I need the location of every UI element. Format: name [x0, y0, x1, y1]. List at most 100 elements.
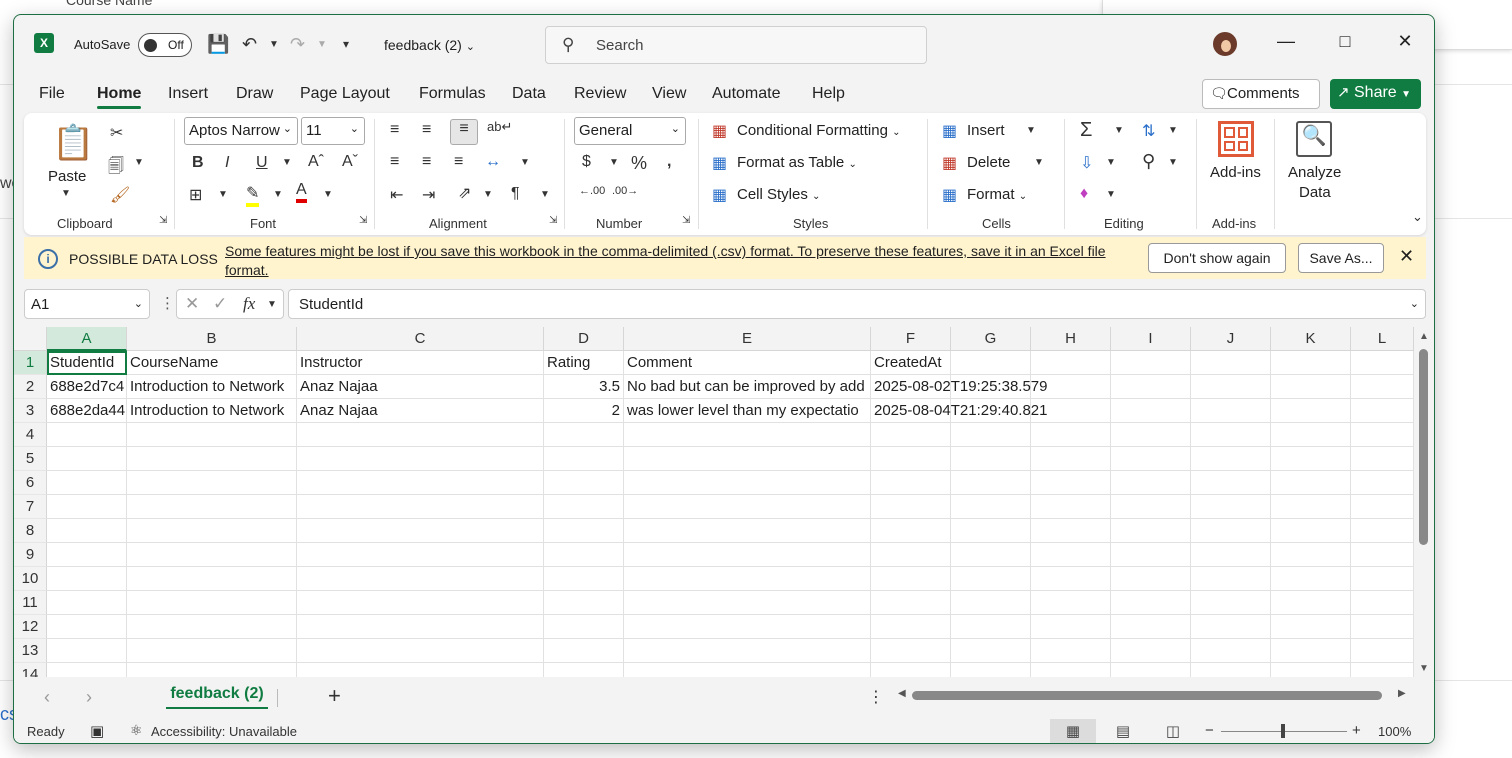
cell-h10[interactable]	[1031, 567, 1111, 591]
cell-j4[interactable]	[1191, 423, 1271, 447]
accessibility-status[interactable]: Accessibility: Unavailable	[151, 724, 297, 739]
chevron-down-icon[interactable]: ▼	[323, 189, 333, 200]
cell-k8[interactable]	[1271, 519, 1351, 543]
more-options-icon[interactable]: ⋮	[868, 687, 884, 707]
bold-icon[interactable]: B	[192, 154, 204, 172]
cell-f4[interactable]	[871, 423, 951, 447]
cell-l13[interactable]	[1351, 639, 1414, 663]
cell-h6[interactable]	[1031, 471, 1111, 495]
cell-h13[interactable]	[1031, 639, 1111, 663]
increase-font-icon[interactable]: Aˆ	[308, 153, 324, 171]
cell-c2[interactable]: Anaz Najaa	[297, 375, 544, 399]
cell-j5[interactable]	[1191, 447, 1271, 471]
paste-label[interactable]: Paste	[48, 168, 86, 185]
delete-cells-icon[interactable]: ▦	[942, 153, 957, 173]
cell-f1[interactable]: CreatedAt	[871, 351, 951, 375]
cell-a12[interactable]	[47, 615, 127, 639]
cell-styles-button[interactable]: Cell Styles ⌄	[737, 186, 820, 203]
increase-decimal-icon[interactable]: ←.00	[579, 185, 605, 197]
menu-help[interactable]: Help	[812, 85, 845, 103]
accessibility-icon[interactable]: ⚛	[130, 722, 143, 739]
cell-e7[interactable]	[624, 495, 871, 519]
infobar-message[interactable]: Some features might be lost if you save …	[225, 242, 1125, 280]
cell-d12[interactable]	[544, 615, 624, 639]
formula-input[interactable]: StudentId ⌄	[288, 289, 1426, 319]
row-header[interactable]: 4	[14, 423, 47, 447]
cell-d8[interactable]	[544, 519, 624, 543]
cell-b3[interactable]: Introduction to Network	[127, 399, 297, 423]
zoom-level[interactable]: 100%	[1378, 724, 1411, 739]
chevron-down-icon[interactable]: ▼	[282, 157, 292, 168]
format-cells-button[interactable]: Format ⌄	[967, 186, 1027, 203]
cell-a3[interactable]: 688e2da44	[47, 399, 127, 423]
number-format-select[interactable]: General ⌄	[574, 117, 686, 145]
font-size-select[interactable]: 11 ⌄	[301, 117, 365, 145]
search-box[interactable]: ⚲ Search	[545, 26, 927, 64]
text-direction-icon[interactable]: ¶	[511, 185, 520, 203]
decrease-font-icon[interactable]: Aˇ	[342, 153, 358, 171]
redo-icon[interactable]: ↷	[290, 34, 305, 55]
vertical-scroll-thumb[interactable]	[1419, 349, 1428, 545]
chevron-down-icon[interactable]: ▼	[1168, 157, 1178, 168]
cell-b6[interactable]	[127, 471, 297, 495]
cell-f11[interactable]	[871, 591, 951, 615]
save-icon[interactable]: 💾	[207, 34, 229, 55]
cell-k3[interactable]	[1271, 399, 1351, 423]
cell-i12[interactable]	[1111, 615, 1191, 639]
menu-view[interactable]: View	[652, 85, 686, 103]
cell-l10[interactable]	[1351, 567, 1414, 591]
cell-d7[interactable]	[544, 495, 624, 519]
cell-e9[interactable]	[624, 543, 871, 567]
cell-e3[interactable]: was lower level than my expectatio	[624, 399, 871, 423]
cell-e11[interactable]	[624, 591, 871, 615]
cell-c6[interactable]	[297, 471, 544, 495]
cell-b1[interactable]: CourseName	[127, 351, 297, 375]
conditional-formatting-icon[interactable]: ▦	[712, 121, 727, 141]
cell-e1[interactable]: Comment	[624, 351, 871, 375]
analyze-data-line2[interactable]: Data	[1299, 184, 1331, 201]
col-header-k[interactable]: K	[1271, 327, 1351, 351]
enter-icon[interactable]: ✓	[213, 294, 227, 314]
cell-f10[interactable]	[871, 567, 951, 591]
menu-draw[interactable]: Draw	[236, 85, 273, 103]
cancel-icon[interactable]: ✕	[185, 294, 199, 314]
cell-b5[interactable]	[127, 447, 297, 471]
cell-l8[interactable]	[1351, 519, 1414, 543]
decrease-decimal-icon[interactable]: .00→	[612, 185, 638, 197]
macro-recording-icon[interactable]: ▣	[90, 722, 104, 740]
cell-c11[interactable]	[297, 591, 544, 615]
cell-i1[interactable]	[1111, 351, 1191, 375]
col-header-j[interactable]: J	[1191, 327, 1271, 351]
comma-style-icon[interactable]: ,	[667, 153, 671, 171]
maximize-icon[interactable]: □	[1330, 31, 1360, 52]
cell-b9[interactable]	[127, 543, 297, 567]
delete-cells-button[interactable]: Delete	[967, 154, 1010, 171]
font-family-select[interactable]: Aptos Narrow ⌄	[184, 117, 298, 145]
cell-d13[interactable]	[544, 639, 624, 663]
insert-function-icon[interactable]: fx	[243, 294, 255, 314]
cell-j11[interactable]	[1191, 591, 1271, 615]
undo-icon[interactable]: ↶	[242, 34, 257, 55]
cell-c3[interactable]: Anaz Najaa	[297, 399, 544, 423]
cell-k4[interactable]	[1271, 423, 1351, 447]
page-layout-view-icon[interactable]: ▤	[1100, 719, 1146, 743]
menu-insert[interactable]: Insert	[168, 85, 208, 103]
cell-g8[interactable]	[951, 519, 1031, 543]
cell-h4[interactable]	[1031, 423, 1111, 447]
chevron-down-icon[interactable]: ▼	[267, 299, 277, 310]
prev-sheet-icon[interactable]: ‹	[44, 687, 50, 708]
cell-h9[interactable]	[1031, 543, 1111, 567]
cell-a8[interactable]	[47, 519, 127, 543]
align-right-icon[interactable]: ≡	[454, 153, 463, 171]
find-select-icon[interactable]: ⚲	[1142, 151, 1155, 172]
cell-l2[interactable]	[1351, 375, 1414, 399]
zoom-in-icon[interactable]: +	[1352, 722, 1361, 739]
cell-g10[interactable]	[951, 567, 1031, 591]
name-box[interactable]: A1 ⌄	[24, 289, 150, 319]
paste-icon[interactable]: 📋	[52, 123, 94, 163]
cell-f9[interactable]	[871, 543, 951, 567]
cell-i4[interactable]	[1111, 423, 1191, 447]
col-header-h[interactable]: H	[1031, 327, 1111, 351]
cell-h8[interactable]	[1031, 519, 1111, 543]
cell-l9[interactable]	[1351, 543, 1414, 567]
